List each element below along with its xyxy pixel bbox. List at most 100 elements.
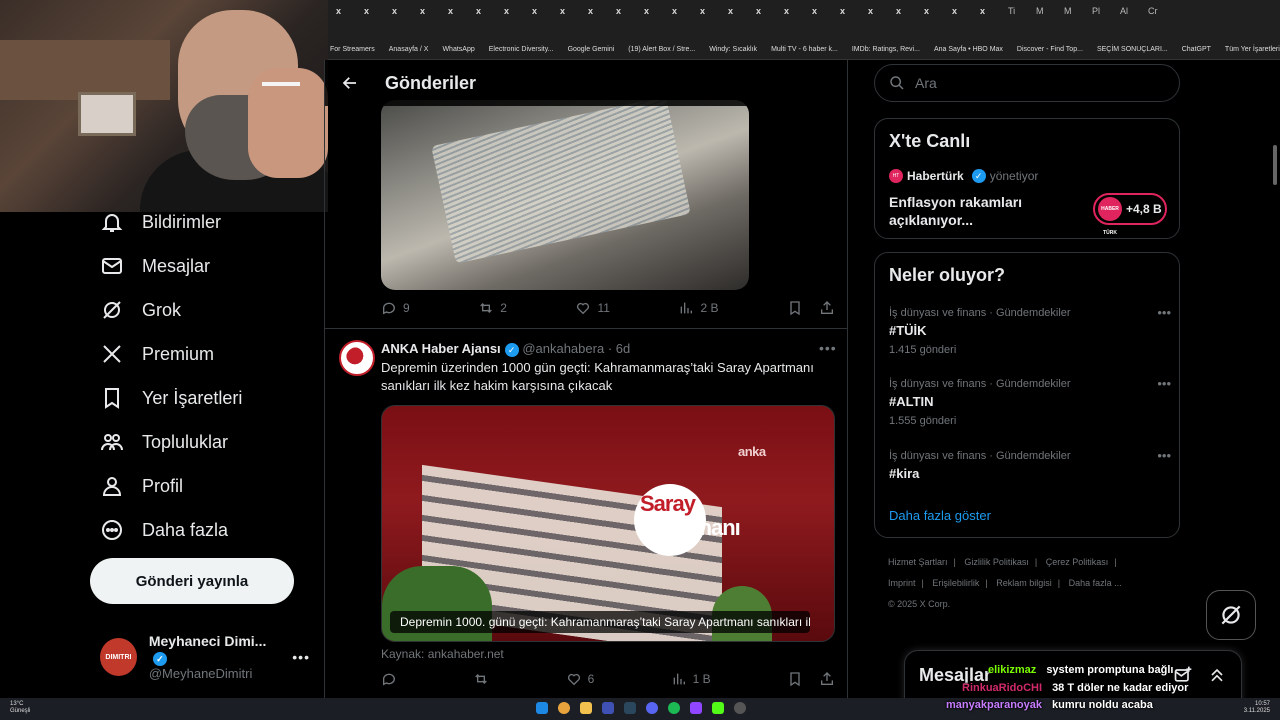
browser-tab[interactable]: Al bbox=[1120, 6, 1146, 16]
sidebar-item-premium[interactable]: Premium bbox=[100, 342, 214, 366]
trend-more-icon[interactable]: ••• bbox=[1157, 376, 1171, 391]
search-input[interactable]: Ara bbox=[874, 64, 1180, 102]
footer-link[interactable]: Reklam bilgisi bbox=[996, 578, 1052, 588]
share-icon[interactable] bbox=[819, 300, 835, 316]
browser-tab[interactable]: x bbox=[896, 6, 922, 16]
bookmark-item[interactable]: Electronic Diversity... bbox=[489, 46, 554, 53]
steam-icon[interactable] bbox=[624, 702, 636, 714]
page-scrollbar[interactable] bbox=[1273, 145, 1277, 185]
trend-item[interactable]: İş dünyası ve finans · Gündemdekiler #TÜ… bbox=[889, 305, 1171, 356]
browser-tab[interactable]: x bbox=[980, 6, 1006, 16]
more-dots-icon[interactable]: ••• bbox=[292, 649, 310, 665]
bookmark-item[interactable]: SEÇİM SONUÇLARI... bbox=[1097, 46, 1168, 53]
views-button[interactable]: 2 B bbox=[678, 300, 718, 316]
sidebar-item-communities[interactable]: Topluluklar bbox=[100, 430, 228, 454]
kick-icon[interactable] bbox=[712, 702, 724, 714]
bookmark-item[interactable]: Tüm Yer İşaretleri bbox=[1225, 46, 1280, 53]
live-panel[interactable]: X'te Canlı HT Habertürk ✓ yönetiyor Enfl… bbox=[874, 118, 1180, 239]
browser-tab[interactable]: x bbox=[840, 6, 866, 16]
bookmark-item[interactable]: Anasayfa / X bbox=[389, 46, 429, 53]
bookmark-item[interactable]: WhatsApp bbox=[442, 46, 474, 53]
trend-item[interactable]: İş dünyası ve finans · Gündemdekiler #ki… bbox=[889, 448, 1171, 481]
bookmark-icon[interactable] bbox=[787, 300, 803, 316]
sidebar-item-messages[interactable]: Mesajlar bbox=[100, 254, 210, 278]
live-host[interactable]: Habertürk bbox=[907, 169, 964, 183]
weather-widget[interactable]: 13°C Güneşli bbox=[10, 701, 30, 715]
sidebar-item-profile[interactable]: Profil bbox=[100, 474, 183, 498]
browser-tab[interactable]: x bbox=[476, 6, 502, 16]
bookmark-item[interactable]: ChatGPT bbox=[1182, 46, 1211, 53]
sidebar-item-more[interactable]: Daha fazla bbox=[100, 518, 228, 542]
browser-tab[interactable]: x bbox=[952, 6, 978, 16]
trend-more-icon[interactable]: ••• bbox=[1157, 448, 1171, 463]
bookmark-item[interactable]: Multi TV - 6 haber k... bbox=[771, 46, 838, 53]
tweet-avatar[interactable] bbox=[339, 340, 375, 376]
account-switcher[interactable]: DIMITRI Meyhaneci Dimi...✓ @MeyhaneDimit… bbox=[100, 633, 310, 681]
reply-button[interactable]: 9 bbox=[381, 300, 410, 316]
chevrons-up-icon[interactable] bbox=[1207, 665, 1227, 685]
browser-tab[interactable]: x bbox=[756, 6, 782, 16]
sidebar-item-bookmarks[interactable]: Yer İşaretleri bbox=[100, 386, 242, 410]
browser-tab[interactable]: Pl bbox=[1092, 6, 1118, 16]
tweet-author-handle[interactable]: @ankahabera bbox=[522, 341, 604, 356]
start-icon[interactable] bbox=[536, 702, 548, 714]
bookmark-item[interactable]: Google Gemini bbox=[568, 46, 615, 53]
spotify-icon[interactable] bbox=[668, 702, 680, 714]
post-image-money[interactable] bbox=[381, 100, 749, 290]
browser-tab[interactable]: x bbox=[616, 6, 642, 16]
live-listeners-pill[interactable]: HABER TÜRK +4,8 B bbox=[1093, 193, 1167, 236]
browser-tab[interactable]: x bbox=[448, 6, 474, 16]
like-button[interactable]: 6 bbox=[566, 671, 594, 687]
browser-tab[interactable]: x bbox=[532, 6, 558, 16]
obs-icon[interactable] bbox=[734, 702, 746, 714]
trend-more-icon[interactable]: ••• bbox=[1157, 305, 1171, 320]
browser-tab[interactable]: x bbox=[728, 6, 754, 16]
browser-tab[interactable]: x bbox=[392, 6, 418, 16]
footer-link[interactable]: Çerez Politikası bbox=[1046, 557, 1109, 567]
browser-tab[interactable]: x bbox=[784, 6, 810, 16]
footer-link[interactable]: Imprint bbox=[888, 578, 916, 588]
link-card[interactable]: anka Saray Apartmanı Depremin 1000. günü… bbox=[381, 405, 835, 642]
back-arrow-icon[interactable] bbox=[341, 74, 359, 92]
browser-tab[interactable]: x bbox=[588, 6, 614, 16]
grok-floating-button[interactable] bbox=[1206, 590, 1256, 640]
sidebar-item-notifications[interactable]: Bildirimler bbox=[100, 210, 221, 234]
bookmark-item[interactable]: (19) Alert Box / Stre... bbox=[628, 46, 695, 53]
tweet-time[interactable]: 6d bbox=[616, 341, 630, 356]
sidebar-item-grok[interactable]: Grok bbox=[100, 298, 181, 322]
browser-tab[interactable]: x bbox=[420, 6, 446, 16]
footer-link[interactable]: Hizmet Şartları bbox=[888, 557, 948, 567]
twitch-icon[interactable] bbox=[690, 702, 702, 714]
like-button[interactable]: 11 bbox=[575, 300, 610, 316]
browser-tab[interactable]: x bbox=[560, 6, 586, 16]
browser-tab[interactable]: x bbox=[812, 6, 838, 16]
browser-tab[interactable]: x bbox=[336, 6, 362, 16]
browser-tab[interactable]: Cr bbox=[1148, 6, 1174, 16]
browser-tab[interactable]: x bbox=[504, 6, 530, 16]
views-button[interactable]: 1 B bbox=[671, 671, 711, 687]
reply-button[interactable] bbox=[381, 671, 397, 687]
trend-item[interactable]: İş dünyası ve finans · Gündemdekiler #AL… bbox=[889, 376, 1171, 427]
address-bar-area[interactable] bbox=[328, 22, 1280, 40]
chrome-icon[interactable] bbox=[558, 702, 570, 714]
browser-tab[interactable]: M bbox=[1036, 6, 1062, 16]
share-icon[interactable] bbox=[819, 671, 835, 687]
store-icon[interactable] bbox=[602, 702, 614, 714]
bookmark-item[interactable]: Windy: Sıcaklık bbox=[709, 46, 757, 53]
browser-tab-strip[interactable]: x x x x x x x x x x x x x x x x x x x x x x x x Ti M M Pl Al Cr bbox=[328, 0, 1280, 22]
browser-tab[interactable]: x bbox=[700, 6, 726, 16]
bookmark-item[interactable]: IMDb: Ratings, Revi... bbox=[852, 46, 920, 53]
bookmark-item[interactable]: Discover - Find Top... bbox=[1017, 46, 1083, 53]
show-more-link[interactable]: Daha fazla göster bbox=[889, 508, 991, 523]
browser-tab[interactable]: Ti bbox=[1008, 6, 1034, 16]
footer-link[interactable]: Gizlilik Politikası bbox=[964, 557, 1029, 567]
browser-tab[interactable]: x bbox=[868, 6, 894, 16]
repost-button[interactable] bbox=[473, 671, 489, 687]
tweet-author-name[interactable]: ANKA Haber Ajansı bbox=[381, 341, 501, 356]
browser-tab[interactable]: x bbox=[672, 6, 698, 16]
repost-button[interactable]: 2 bbox=[478, 300, 507, 316]
browser-tab[interactable]: x bbox=[364, 6, 390, 16]
post-button[interactable]: Gönderi yayınla bbox=[90, 558, 294, 604]
discord-icon[interactable] bbox=[646, 702, 658, 714]
bookmark-item[interactable]: For Streamers bbox=[330, 46, 375, 53]
